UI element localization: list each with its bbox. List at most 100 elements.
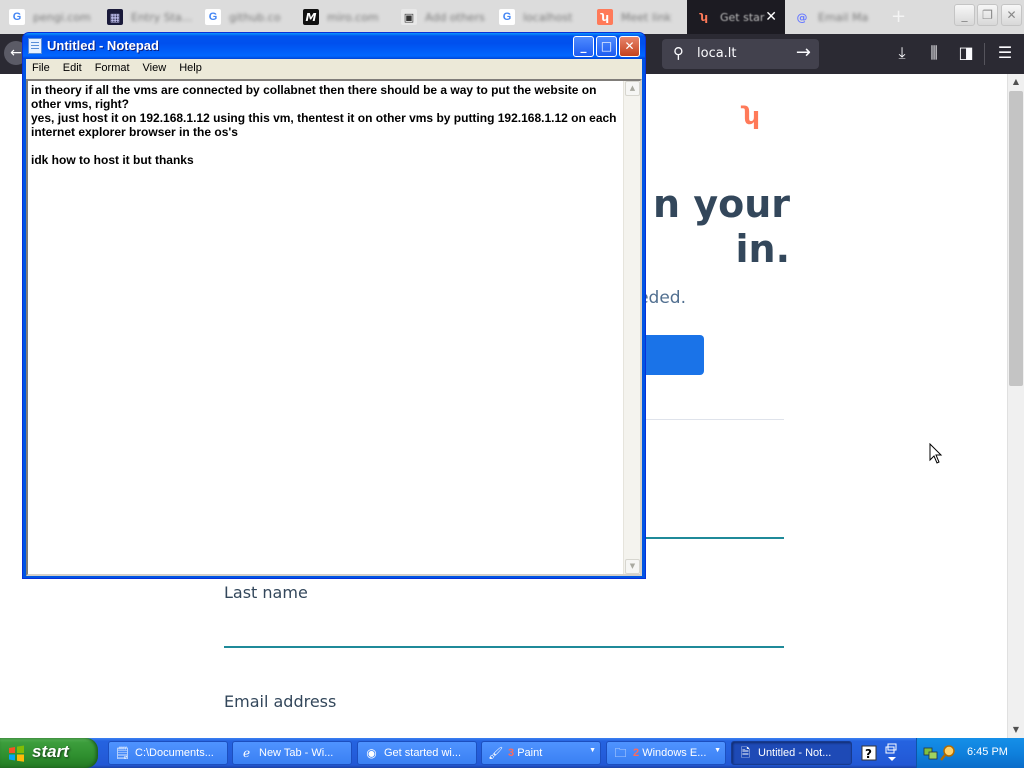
search-icon: ⚲ xyxy=(673,44,684,62)
task-label: C:\Documents... xyxy=(135,747,214,759)
windows-flag-icon xyxy=(9,745,24,762)
google-icon: G xyxy=(9,9,25,25)
sidebar-icon[interactable]: ◨ xyxy=(955,43,977,62)
toolbar-divider xyxy=(984,43,985,65)
text-line xyxy=(31,139,623,153)
m-icon: M xyxy=(303,9,319,25)
menu-format[interactable]: Format xyxy=(89,59,137,78)
restore-button[interactable]: ❐ xyxy=(977,4,998,26)
folder-icon: 🗀 xyxy=(614,746,627,760)
email-label: Email address xyxy=(224,692,337,711)
tray-icons xyxy=(923,745,955,761)
page-scrollbar[interactable]: ▲ ▼ xyxy=(1007,74,1024,738)
browser-tab[interactable]: ▦ Entry Sta... xyxy=(98,0,196,34)
notepad-maximize-button[interactable]: □ xyxy=(596,36,617,57)
paint-icon: 🖌 xyxy=(488,746,504,760)
site-icon: ▦ xyxy=(107,9,123,25)
notepad-client: File Edit Format View Help in theory if … xyxy=(26,59,642,576)
hubspot-icon: ʮ xyxy=(700,10,708,24)
google-icon: G xyxy=(499,9,515,25)
menu-view[interactable]: View xyxy=(137,59,174,78)
text-line: in theory if all the vms are connected b… xyxy=(31,83,597,111)
browser-tab[interactable]: ▣ Add others xyxy=(392,0,490,34)
url-bar[interactable]: ⚲ loca.lt → xyxy=(662,39,819,69)
browser-tab[interactable]: G localhost xyxy=(490,0,588,34)
task-count: 3 xyxy=(508,747,515,759)
notepad-scrollbar[interactable]: ▲ ▼ xyxy=(623,81,640,574)
task-label: Get started wi... xyxy=(384,747,462,759)
quick-launch-area: ? xyxy=(861,743,897,761)
tab-title: Add others xyxy=(425,10,485,24)
taskbar-button-documents[interactable]: 🗒 C:\Documents... xyxy=(108,741,228,765)
taskbar-button-ie[interactable]: ℯ New Tab - Wi... xyxy=(232,741,352,765)
search-icon[interactable] xyxy=(940,745,955,761)
browser-tab-active[interactable]: ʮ Get star ✕ xyxy=(687,0,785,34)
notepad-titlebar[interactable]: Untitled - Notepad _ □ ✕ xyxy=(23,33,645,59)
hubspot-logo-icon[interactable]: ʮ xyxy=(743,102,759,130)
scroll-up-icon[interactable]: ▲ xyxy=(1008,74,1024,90)
computer-icon: ▣ xyxy=(401,9,417,25)
close-window-button[interactable]: ✕ xyxy=(1001,4,1022,26)
browser-tab[interactable]: G github.co xyxy=(196,0,294,34)
download-icon[interactable]: ⤓ xyxy=(891,43,913,63)
minimize-button[interactable]: _ xyxy=(954,4,975,26)
scroll-thumb[interactable] xyxy=(1009,91,1023,386)
mouse-pointer-icon xyxy=(929,443,943,464)
text-line: idk how to host it but thanks xyxy=(31,153,194,167)
tab-title: github.co xyxy=(229,10,281,24)
notepad-icon xyxy=(28,38,42,54)
task-label: New Tab - Wi... xyxy=(259,747,334,759)
notepad-icon: 🗎 xyxy=(740,746,751,760)
ie-icon: ℯ xyxy=(242,746,251,760)
chevron-down-icon: ▼ xyxy=(714,747,721,754)
network-icon[interactable] xyxy=(923,747,938,760)
browser-tab[interactable]: M miro.com xyxy=(294,0,392,34)
notepad-minimize-button[interactable]: _ xyxy=(573,36,594,57)
last-name-field[interactable] xyxy=(224,646,784,648)
help-icon[interactable]: ? xyxy=(861,745,877,761)
taskbar-button-explorer-group[interactable]: 🗀 2 Windows E... ▼ xyxy=(606,741,726,765)
notepad-window[interactable]: Untitled - Notepad _ □ ✕ File Edit Forma… xyxy=(22,32,646,579)
library-icon[interactable]: ⫼ xyxy=(923,43,945,63)
task-label: Untitled - Not... xyxy=(758,747,832,759)
chevron-down-icon: ▼ xyxy=(589,747,596,754)
scroll-down-icon[interactable]: ▼ xyxy=(625,559,640,574)
menu-file[interactable]: File xyxy=(26,59,57,78)
menu-edit[interactable]: Edit xyxy=(57,59,89,78)
start-button[interactable]: start xyxy=(0,738,98,768)
taskbar-button-firefox[interactable]: ◉ Get started wi... xyxy=(357,741,477,765)
task-count: 2 xyxy=(633,747,640,759)
close-tab-icon[interactable]: ✕ xyxy=(765,9,777,25)
tab-title: pengi.com xyxy=(33,10,91,24)
menu-help[interactable]: Help xyxy=(173,59,209,78)
notepad-title: Untitled - Notepad xyxy=(47,38,159,53)
hubspot-icon: ʮ xyxy=(597,9,613,25)
url-text: loca.lt xyxy=(697,46,737,61)
task-label-text: Paint xyxy=(517,747,543,759)
restore-windows-icon[interactable] xyxy=(885,743,897,761)
system-tray: 6:45 PM xyxy=(916,738,1024,768)
firefox-icon: ◉ xyxy=(366,746,377,760)
taskbar-button-paint-group[interactable]: 🖌 3 Paint ▼ xyxy=(481,741,601,765)
browser-tab[interactable]: ʮ Meet link xyxy=(588,0,686,34)
browser-tab[interactable]: @ Email Ma xyxy=(785,0,883,34)
tab-title: localhost xyxy=(523,10,573,24)
task-label-text: Windows E... xyxy=(642,747,707,759)
task-label: 3 Paint xyxy=(508,747,542,759)
tab-title: Meet link xyxy=(621,10,672,24)
scroll-down-icon[interactable]: ▼ xyxy=(1008,722,1024,738)
tab-title: miro.com xyxy=(327,10,379,24)
scroll-up-icon[interactable]: ▲ xyxy=(625,81,640,96)
new-tab-icon[interactable]: + xyxy=(891,6,906,27)
start-label: start xyxy=(32,742,69,761)
task-label: 2 Windows E... xyxy=(633,747,706,759)
taskbar: start 🗒 C:\Documents... ℯ New Tab - Wi..… xyxy=(0,738,1024,768)
go-arrow-icon[interactable]: → xyxy=(796,42,811,63)
menu-icon[interactable]: ☰ xyxy=(994,43,1016,62)
taskbar-button-notepad[interactable]: 🗎 Untitled - Not... xyxy=(731,741,852,765)
notepad-text-area[interactable]: in theory if all the vms are connected b… xyxy=(26,79,642,576)
notepad-close-button[interactable]: ✕ xyxy=(619,36,640,57)
svg-text:?: ? xyxy=(865,747,872,761)
clock: 6:45 PM xyxy=(967,746,1008,758)
browser-tab[interactable]: G pengi.com xyxy=(0,0,98,34)
